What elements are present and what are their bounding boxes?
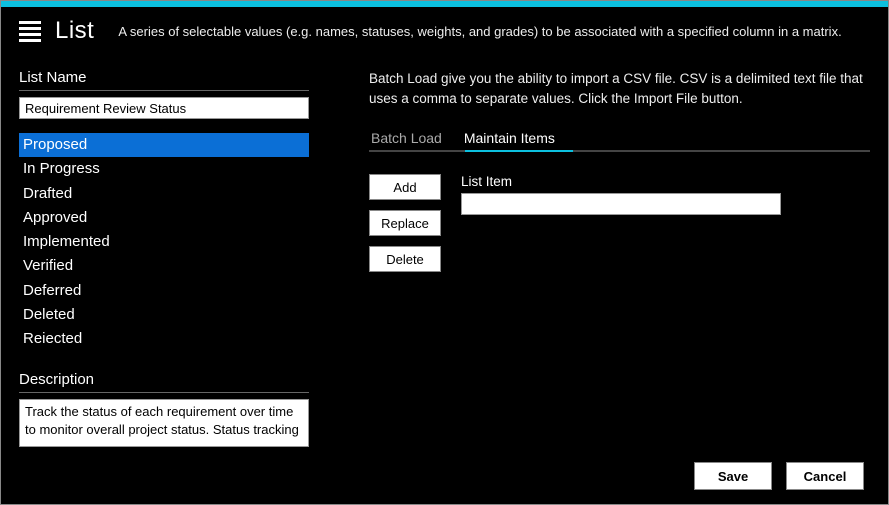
list-item-label: List Item (461, 174, 781, 189)
divider (19, 90, 309, 91)
page-title: List (55, 17, 94, 45)
list-item[interactable]: Rejected (19, 327, 309, 343)
list-item[interactable]: Drafted (19, 182, 309, 206)
list-item[interactable]: Approved (19, 206, 309, 230)
info-text: Batch Load give you the ability to impor… (369, 69, 870, 108)
maintain-panel: Add Replace Delete List Item (369, 174, 870, 272)
list-values[interactable]: ProposedIn ProgressDraftedApprovedImplem… (19, 133, 309, 343)
list-item[interactable]: Verified (19, 254, 309, 278)
menu-icon[interactable] (19, 21, 41, 42)
description-label: Description (19, 371, 309, 388)
active-tab-indicator (465, 150, 573, 152)
tabs: Batch Load Maintain Items (369, 126, 870, 152)
add-button[interactable]: Add (369, 174, 441, 200)
divider (19, 392, 309, 393)
header: List A series of selectable values (e.g.… (1, 7, 888, 59)
tab-batch-load[interactable]: Batch Load (369, 126, 444, 152)
list-item-input[interactable] (461, 193, 781, 215)
list-name-label: List Name (19, 69, 309, 86)
list-item[interactable]: In Progress (19, 157, 309, 181)
save-button[interactable]: Save (694, 462, 772, 490)
list-item[interactable]: Deferred (19, 279, 309, 303)
list-name-input[interactable] (19, 97, 309, 119)
replace-button[interactable]: Replace (369, 210, 441, 236)
footer-buttons: Save Cancel (694, 462, 864, 490)
tabs-underline (369, 150, 870, 152)
list-item[interactable]: Implemented (19, 230, 309, 254)
list-item[interactable]: Proposed (19, 133, 309, 157)
window: List A series of selectable values (e.g.… (0, 0, 889, 505)
page-subtitle: A series of selectable values (e.g. name… (118, 24, 870, 39)
description-input[interactable] (19, 399, 309, 447)
item-buttons: Add Replace Delete (369, 174, 441, 272)
left-panel: List Name ProposedIn ProgressDraftedAppr… (19, 69, 309, 452)
list-item[interactable]: Deleted (19, 303, 309, 327)
right-panel: Batch Load give you the ability to impor… (369, 69, 870, 452)
tab-maintain-items[interactable]: Maintain Items (462, 126, 557, 152)
delete-button[interactable]: Delete (369, 246, 441, 272)
cancel-button[interactable]: Cancel (786, 462, 864, 490)
